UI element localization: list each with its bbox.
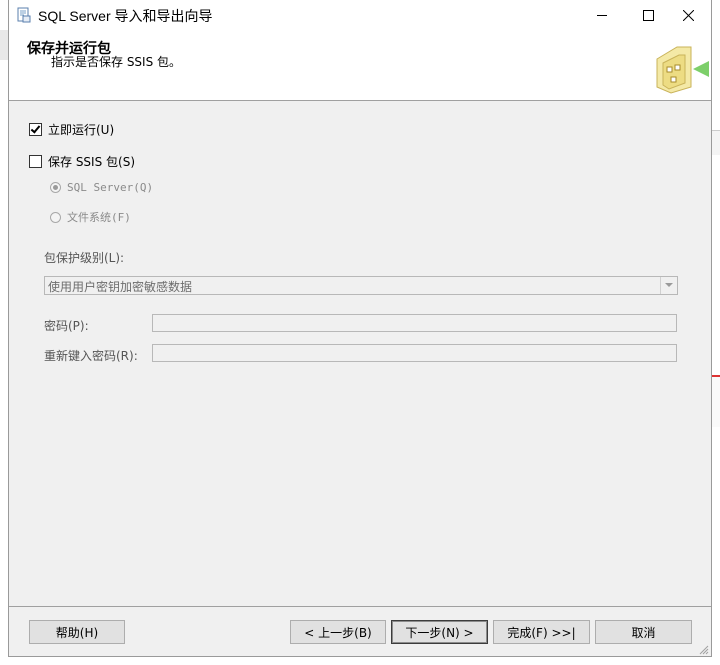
file-system-radio[interactable]: 文件系统(F) [50,209,131,225]
resize-grip-icon[interactable] [699,645,709,655]
close-button[interactable] [665,0,711,31]
run-now-label: 立即运行(U) [48,123,115,137]
retype-password-field[interactable] [152,344,677,362]
back-button[interactable]: < 上一步(B) [290,620,386,644]
background-window-fragment [0,30,8,60]
page-subtitle: 指示是否保存 SSIS 包。 [51,55,182,69]
sql-server-label: SQL Server(Q) [67,181,154,194]
next-button[interactable]: 下一步(N) > [391,620,488,644]
cancel-button[interactable]: 取消 [595,620,692,644]
save-ssis-label: 保存 SSIS 包(S) [48,155,136,169]
wizard-window: SQL Server 导入和导出向导 保存并运行包 指示是否保存 SSIS 包。… [8,0,712,657]
finish-button[interactable]: 完成(F) >>| [493,620,590,644]
maximize-icon [642,10,654,21]
help-button[interactable]: 帮助(H) [29,620,125,644]
run-now-checkbox[interactable]: 立即运行(U) [29,121,114,138]
run-now-checkbox-box[interactable] [29,123,42,136]
save-ssis-checkbox-box[interactable] [29,155,42,168]
password-label: 密码(P): [44,319,89,333]
background-window-fragment [712,130,720,155]
retype-password-label: 重新键入密码(R): [44,349,138,363]
minimize-button[interactable] [579,0,625,31]
file-system-radio-circle[interactable] [50,211,61,223]
minimize-icon [596,15,607,16]
close-icon [682,10,694,21]
sql-server-radio[interactable]: SQL Server(Q) [50,181,153,194]
save-ssis-checkbox[interactable]: 保存 SSIS 包(S) [29,153,135,170]
protection-level-value: 使用用户密钥加密敏感数据 [48,280,193,294]
window-title: SQL Server 导入和导出向导 [38,8,213,24]
protection-level-select[interactable]: 使用用户密钥加密敏感数据 [44,276,678,295]
wizard-content: 立即运行(U) 保存 SSIS 包(S) SQL Server(Q) 文件系统(… [9,101,711,606]
chevron-down-icon [665,283,673,287]
password-field[interactable] [152,314,677,332]
package-banner-icon [651,37,711,95]
wizard-app-icon [17,7,31,23]
background-window-fragment [712,375,720,427]
sql-server-radio-circle[interactable] [50,182,61,193]
file-system-label: 文件系统(F) [67,211,131,224]
title-bar: SQL Server 导入和导出向导 [9,0,711,31]
dropdown-arrow-button[interactable] [660,277,677,294]
wizard-header: 保存并运行包 指示是否保存 SSIS 包。 [9,31,711,101]
wizard-footer: 帮助(H) < 上一步(B) 下一步(N) > 完成(F) >>| 取消 [9,606,711,657]
protection-level-label: 包保护级别(L): [44,251,125,265]
